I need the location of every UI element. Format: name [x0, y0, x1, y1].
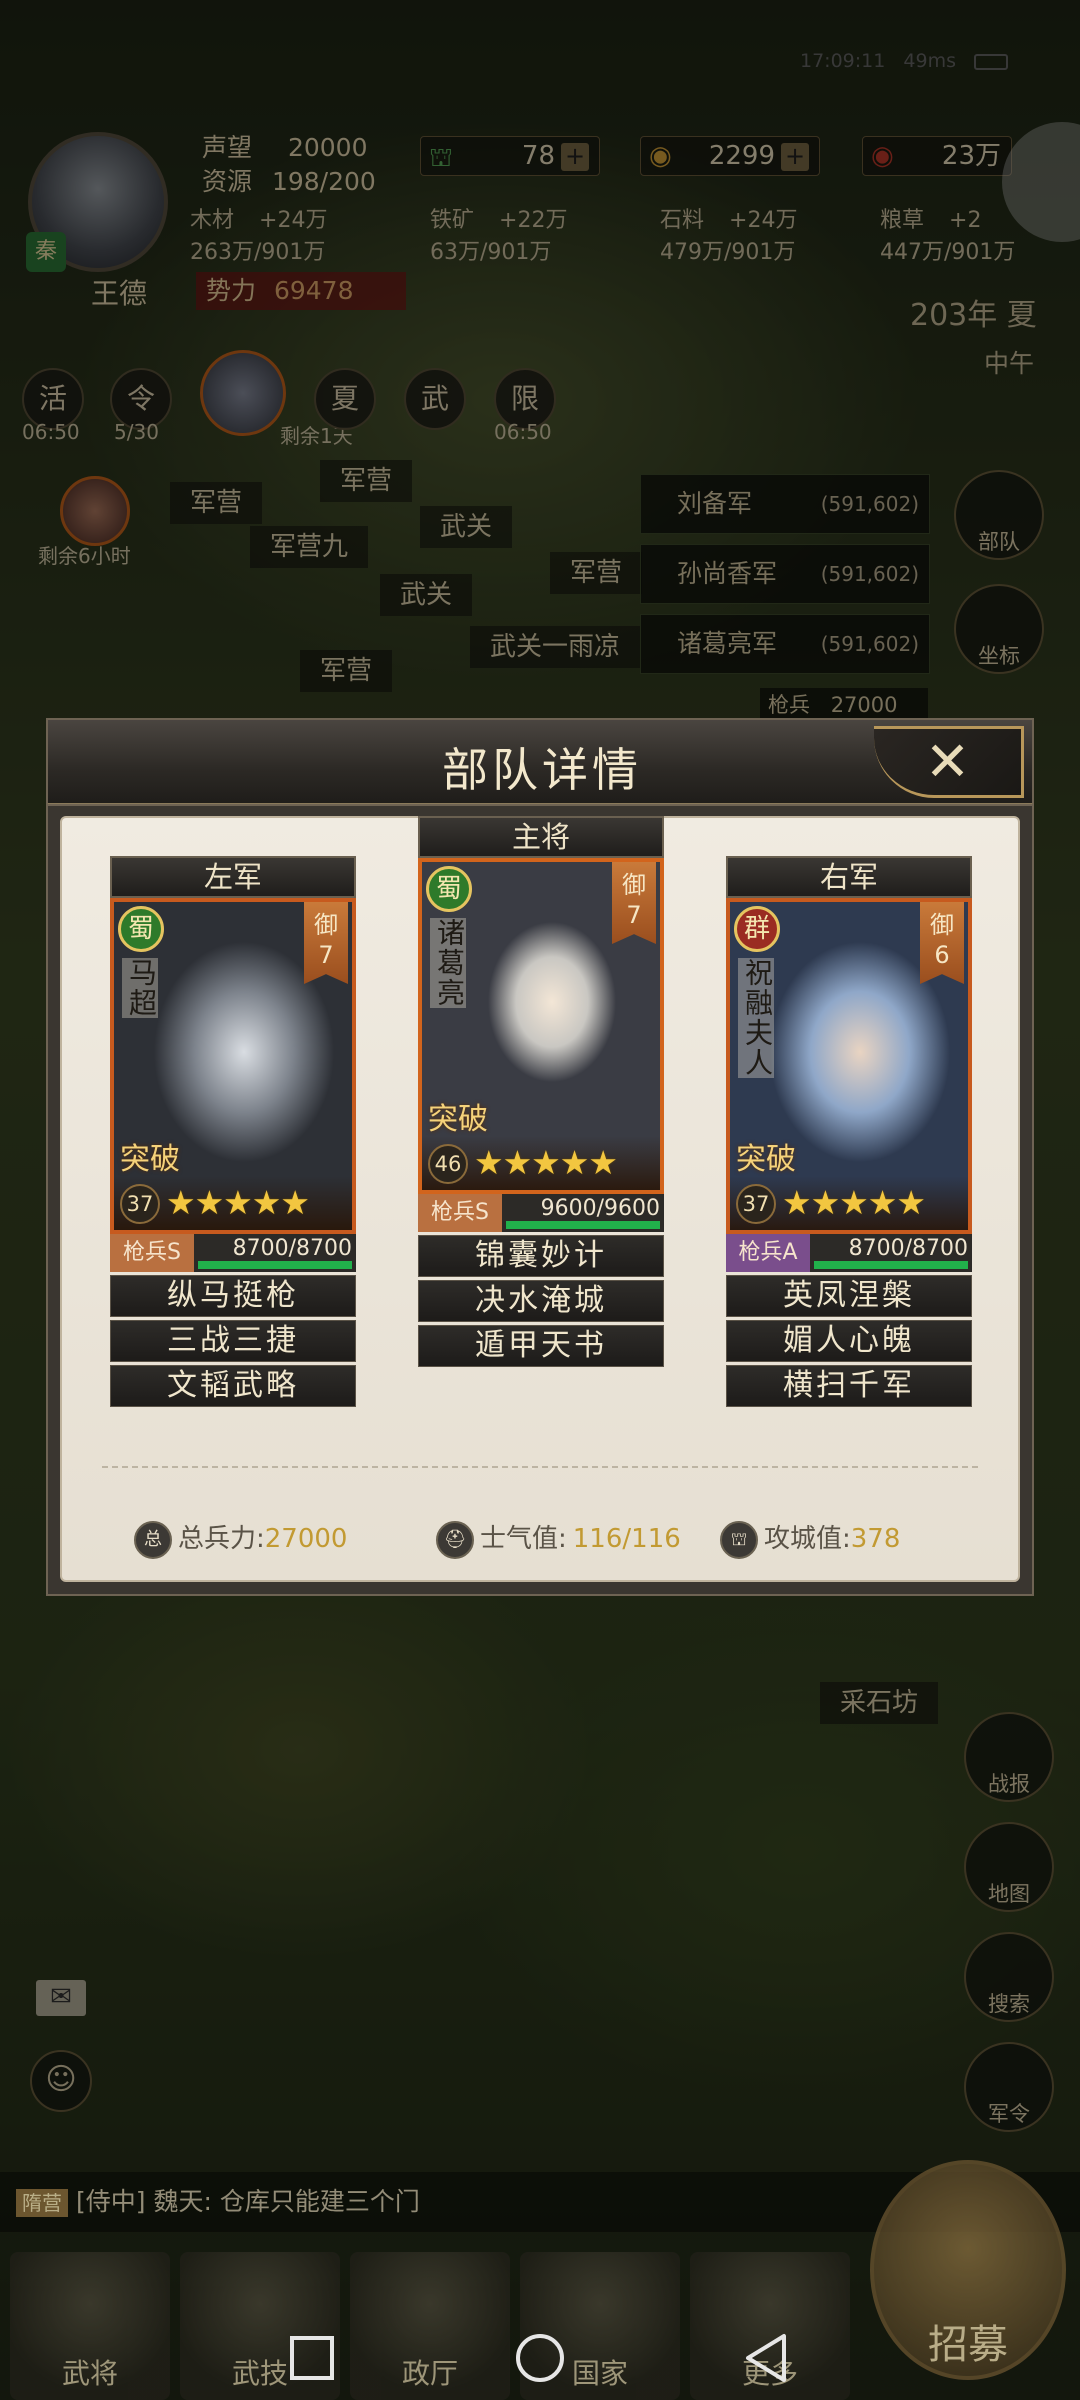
recruit-button[interactable]: 招募 — [870, 2160, 1066, 2380]
morale-stat: ⛑ 士气值: 116/116 — [436, 1518, 681, 1559]
recent-apps-button[interactable] — [284, 2330, 340, 2386]
star-rating: ★★★★★ — [166, 1183, 310, 1222]
nav-generals[interactable]: 武将 — [10, 2252, 170, 2400]
troop-detail-modal: 部队详情 ✕ 左军 蜀 马超 御7 突破 37 ★★★★★ 枪兵S 8700/8… — [46, 718, 1034, 1596]
general-card-right[interactable]: 右军 群 祝融夫人 御6 突破 37 ★★★★★ 枪兵A 8700/8700 英… — [726, 856, 972, 1407]
troop-bar: 枪兵A 8700/8700 — [726, 1234, 972, 1272]
slot-label: 右军 — [726, 856, 972, 898]
general-name: 诸葛亮 — [430, 918, 466, 1008]
general-name: 马超 — [122, 958, 158, 1018]
skill-slot[interactable]: 决水淹城 — [418, 1280, 664, 1322]
square-icon — [290, 2336, 334, 2380]
back-triangle-icon — [746, 2334, 786, 2382]
troop-fill — [198, 1261, 352, 1269]
siege-icon: ⛫ — [720, 1520, 758, 1559]
general-portrait[interactable]: 蜀 诸葛亮 御7 突破 46 ★★★★★ — [418, 858, 664, 1194]
detail-panel: 左军 蜀 马超 御7 突破 37 ★★★★★ 枪兵S 8700/8700 纵马挺… — [60, 816, 1020, 1582]
skill-slot[interactable]: 文韬武略 — [110, 1365, 356, 1407]
general-card-main[interactable]: 主将 蜀 诸葛亮 御7 突破 46 ★★★★★ 枪兵S 9600/9600 锦囊… — [418, 816, 664, 1367]
skill-slot[interactable]: 横扫千军 — [726, 1365, 972, 1407]
level-badge: 46 — [428, 1144, 468, 1184]
breakthrough-mark: 突破 — [120, 1142, 180, 1177]
troop-type: 枪兵S — [418, 1194, 502, 1232]
troop-type: 枪兵A — [726, 1234, 810, 1272]
troop-fill — [506, 1221, 660, 1229]
total-troops-stat: 总总兵力:27000 — [134, 1518, 347, 1559]
helmet-icon: ⛑ — [436, 1520, 474, 1559]
back-button[interactable] — [740, 2330, 796, 2386]
cost-badge: 御6 — [920, 902, 964, 984]
divider — [102, 1466, 978, 1470]
general-card-left[interactable]: 左军 蜀 马超 御7 突破 37 ★★★★★ 枪兵S 8700/8700 纵马挺… — [110, 856, 356, 1407]
siege-stat: ⛫ 攻城值:378 — [720, 1518, 900, 1559]
cost-badge: 御7 — [612, 862, 656, 944]
skill-slot[interactable]: 纵马挺枪 — [110, 1275, 356, 1317]
slot-label: 左军 — [110, 856, 356, 898]
cost-badge: 御7 — [304, 902, 348, 984]
faction-badge: 蜀 — [118, 906, 164, 952]
modal-body: 左军 蜀 马超 御7 突破 37 ★★★★★ 枪兵S 8700/8700 纵马挺… — [46, 804, 1034, 1596]
faction-badge: 蜀 — [426, 866, 472, 912]
chat-channel: 隋营 — [16, 2189, 68, 2217]
skill-slot[interactable]: 锦囊妙计 — [418, 1235, 664, 1277]
circle-icon — [516, 2334, 564, 2382]
skill-slot[interactable]: 遁甲天书 — [418, 1325, 664, 1367]
star-rating: ★★★★★ — [782, 1183, 926, 1222]
slot-label: 主将 — [418, 816, 664, 858]
level-badge: 37 — [120, 1184, 160, 1224]
troop-bar: 枪兵S 8700/8700 — [110, 1234, 356, 1272]
chat-message: [侍中] 魏天: 仓库只能建三个门 — [76, 2187, 420, 2216]
star-rating: ★★★★★ — [474, 1143, 618, 1182]
troop-count: 8700/8700 — [232, 1236, 352, 1261]
breakthrough-mark: 突破 — [736, 1142, 796, 1177]
home-button[interactable] — [512, 2330, 568, 2386]
troop-count: 9600/9600 — [540, 1196, 660, 1221]
general-portrait[interactable]: 蜀 马超 御7 突破 37 ★★★★★ — [110, 898, 356, 1234]
skill-slot[interactable]: 英凤涅槃 — [726, 1275, 972, 1317]
general-portrait[interactable]: 群 祝融夫人 御6 突破 37 ★★★★★ — [726, 898, 972, 1234]
breakthrough-mark: 突破 — [428, 1102, 488, 1137]
troop-fill — [814, 1261, 968, 1269]
level-badge: 37 — [736, 1184, 776, 1224]
troop-type: 枪兵S — [110, 1234, 194, 1272]
troop-bar: 枪兵S 9600/9600 — [418, 1194, 664, 1232]
total-troops-icon: 总 — [134, 1520, 172, 1559]
general-name: 祝融夫人 — [738, 958, 774, 1078]
troop-count: 8700/8700 — [848, 1236, 968, 1261]
nav-government[interactable]: 政厅 — [350, 2252, 510, 2400]
skill-slot[interactable]: 三战三捷 — [110, 1320, 356, 1362]
modal-header: 部队详情 ✕ — [46, 718, 1034, 806]
skill-slot[interactable]: 媚人心魄 — [726, 1320, 972, 1362]
faction-badge: 群 — [734, 906, 780, 952]
